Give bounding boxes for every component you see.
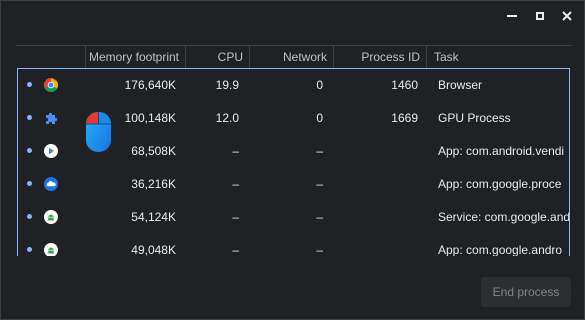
column-header-memory[interactable]: Memory footprint bbox=[86, 46, 186, 68]
cpu-cell: – bbox=[232, 243, 239, 256]
table-row[interactable]: 176,640K 19.9 0 1460 Browser bbox=[18, 69, 569, 102]
cpu-cell: 19.9 bbox=[215, 78, 239, 92]
network-cell: – bbox=[316, 144, 323, 158]
network-cell: – bbox=[316, 210, 323, 224]
table-row[interactable]: 54,124K – – Service: com.google.and bbox=[18, 201, 570, 234]
memory-cell: 49,048K bbox=[131, 243, 176, 256]
process-id-cell: 1460 bbox=[391, 78, 418, 92]
column-header-cpu[interactable]: CPU bbox=[186, 46, 250, 68]
android-icon bbox=[44, 243, 58, 256]
table-header: Memory footprint CPU Network Process ID … bbox=[16, 46, 572, 68]
task-cell: Service: com.google.and bbox=[438, 210, 570, 224]
cpu-cell: 12.0 bbox=[215, 111, 239, 125]
process-id-cell bbox=[334, 201, 418, 234]
memory-cell: 36,216K bbox=[131, 177, 176, 191]
task-cell: Browser bbox=[438, 78, 483, 92]
row-indicator bbox=[27, 181, 32, 186]
table-row[interactable]: 36,216K – – App: com.google.proce bbox=[18, 168, 569, 201]
column-header-icon[interactable] bbox=[16, 46, 86, 68]
network-cell: – bbox=[316, 243, 323, 256]
end-process-button[interactable]: End process bbox=[481, 277, 571, 307]
row-indicator bbox=[27, 82, 32, 87]
minimize-button[interactable] bbox=[500, 5, 524, 27]
row-indicator bbox=[27, 247, 32, 252]
row-indicator bbox=[27, 148, 32, 153]
column-header-task[interactable]: Task bbox=[434, 46, 564, 68]
task-manager-window: Memory footprint CPU Network Process ID … bbox=[0, 0, 585, 320]
maximize-button[interactable] bbox=[528, 5, 552, 27]
process-id-cell: 1669 bbox=[391, 111, 418, 125]
maximize-icon bbox=[536, 12, 544, 20]
column-header-process-id[interactable]: Process ID bbox=[334, 46, 427, 68]
task-cell: App: com.android.vendi bbox=[438, 144, 565, 158]
task-cell: App: com.google.andro bbox=[438, 243, 563, 256]
memory-cell: 176,640K bbox=[124, 78, 176, 92]
play-store-icon bbox=[44, 144, 58, 158]
network-cell: 0 bbox=[316, 78, 323, 92]
network-cell: 0 bbox=[316, 111, 323, 125]
process-id-cell bbox=[334, 234, 418, 256]
mouse-icon bbox=[85, 111, 112, 152]
column-header-network[interactable]: Network bbox=[250, 46, 334, 68]
table-row[interactable]: 49,048K – – App: com.google.andro bbox=[18, 234, 569, 256]
process-id-cell bbox=[334, 168, 418, 201]
memory-cell: 54,124K bbox=[131, 210, 176, 224]
cpu-cell: – bbox=[232, 177, 239, 191]
table-body[interactable]: 176,640K 19.9 0 1460 Browser 100,148K 12… bbox=[17, 68, 570, 256]
cpu-cell: – bbox=[232, 210, 239, 224]
minimize-icon bbox=[507, 15, 517, 17]
title-bar bbox=[1, 1, 584, 31]
cpu-cell: – bbox=[232, 144, 239, 158]
puzzle-piece-icon bbox=[46, 112, 58, 124]
android-icon bbox=[44, 210, 58, 224]
chrome-icon bbox=[44, 78, 58, 92]
close-icon bbox=[562, 11, 572, 21]
network-cell: – bbox=[316, 177, 323, 191]
process-id-cell bbox=[334, 135, 418, 168]
row-indicator bbox=[27, 214, 32, 219]
cloud-icon bbox=[44, 177, 58, 191]
task-cell: GPU Process bbox=[438, 111, 511, 125]
task-cell: App: com.google.proce bbox=[438, 177, 562, 191]
row-indicator bbox=[27, 115, 32, 120]
close-button[interactable] bbox=[555, 5, 579, 27]
